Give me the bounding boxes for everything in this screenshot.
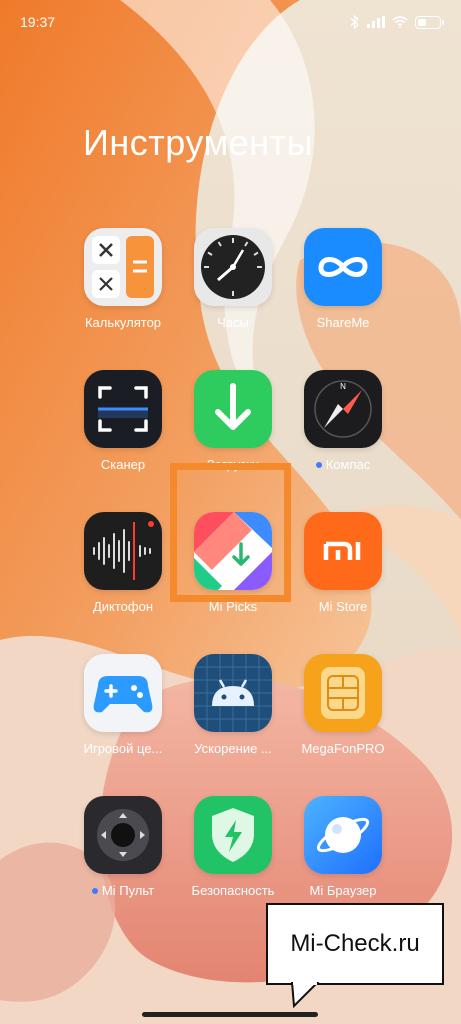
app-label: Часы xyxy=(217,315,249,330)
watermark-text: Mi-Check.ru xyxy=(290,930,420,957)
app-speed-booster[interactable]: Ускорение ... xyxy=(178,654,288,756)
app-security[interactable]: Безопасность xyxy=(178,796,288,898)
signal-icon xyxy=(367,16,385,28)
bluetooth-icon xyxy=(350,15,360,29)
highlight-frame xyxy=(170,463,291,602)
new-app-dot xyxy=(91,887,98,894)
status-bar: 19:37 xyxy=(0,0,461,44)
sim-card-icon xyxy=(304,654,382,732)
watermark-tail xyxy=(290,982,320,1008)
shareme-icon xyxy=(304,228,382,306)
app-label: Ускорение ... xyxy=(194,741,272,756)
app-mi-browser[interactable]: Mi Браузер xyxy=(288,796,398,898)
app-label: ShareMe xyxy=(316,315,370,330)
app-mi-remote[interactable]: Mi Пульт xyxy=(68,796,178,898)
wifi-icon xyxy=(392,16,408,28)
security-shield-icon xyxy=(194,796,272,874)
status-time: 19:37 xyxy=(20,14,56,30)
svg-text:N: N xyxy=(340,382,346,391)
app-game-center[interactable]: Игровой це... xyxy=(68,654,178,756)
calculator-icon xyxy=(84,228,162,306)
clock-icon xyxy=(194,228,272,306)
status-icons xyxy=(350,15,444,29)
remote-icon xyxy=(84,796,162,874)
app-compass[interactable]: N Компас xyxy=(288,370,398,472)
app-label: Диктофон xyxy=(92,599,154,614)
scanner-icon xyxy=(84,370,162,448)
mi-store-icon xyxy=(304,512,382,590)
app-clock[interactable]: Часы xyxy=(178,228,288,330)
app-mi-store[interactable]: Mi Store xyxy=(288,512,398,614)
app-megafonpro[interactable]: MegaFonPRO xyxy=(288,654,398,756)
gamepad-icon xyxy=(84,654,162,732)
watermark: Mi-Check.ru xyxy=(266,903,444,985)
app-label: Игровой це... xyxy=(83,741,163,756)
home-indicator[interactable] xyxy=(142,1012,318,1017)
app-calculator[interactable]: Калькулятор xyxy=(68,228,178,330)
recorder-icon xyxy=(84,512,162,590)
app-label: MegaFonPRO xyxy=(301,741,385,756)
battery-icon xyxy=(415,15,444,29)
app-label: Mi Пульт xyxy=(91,883,154,898)
app-label: Mi Браузер xyxy=(309,883,377,898)
downloads-icon xyxy=(194,370,272,448)
app-label: Калькулятор xyxy=(84,315,162,330)
app-label: Безопасность xyxy=(191,883,275,898)
app-label: Mi Store xyxy=(318,599,368,614)
app-scanner[interactable]: Сканер xyxy=(68,370,178,472)
new-app-dot xyxy=(315,461,322,468)
app-shareme[interactable]: ShareMe xyxy=(288,228,398,330)
folder-title: Инструменты xyxy=(83,122,313,163)
android-icon xyxy=(194,654,272,732)
compass-icon: N xyxy=(304,370,382,448)
app-downloads[interactable]: Загрузки xyxy=(178,370,288,472)
browser-icon xyxy=(304,796,382,874)
app-label: Сканер xyxy=(100,457,146,472)
app-label: Компас xyxy=(315,457,370,472)
app-recorder[interactable]: Диктофон xyxy=(68,512,178,614)
